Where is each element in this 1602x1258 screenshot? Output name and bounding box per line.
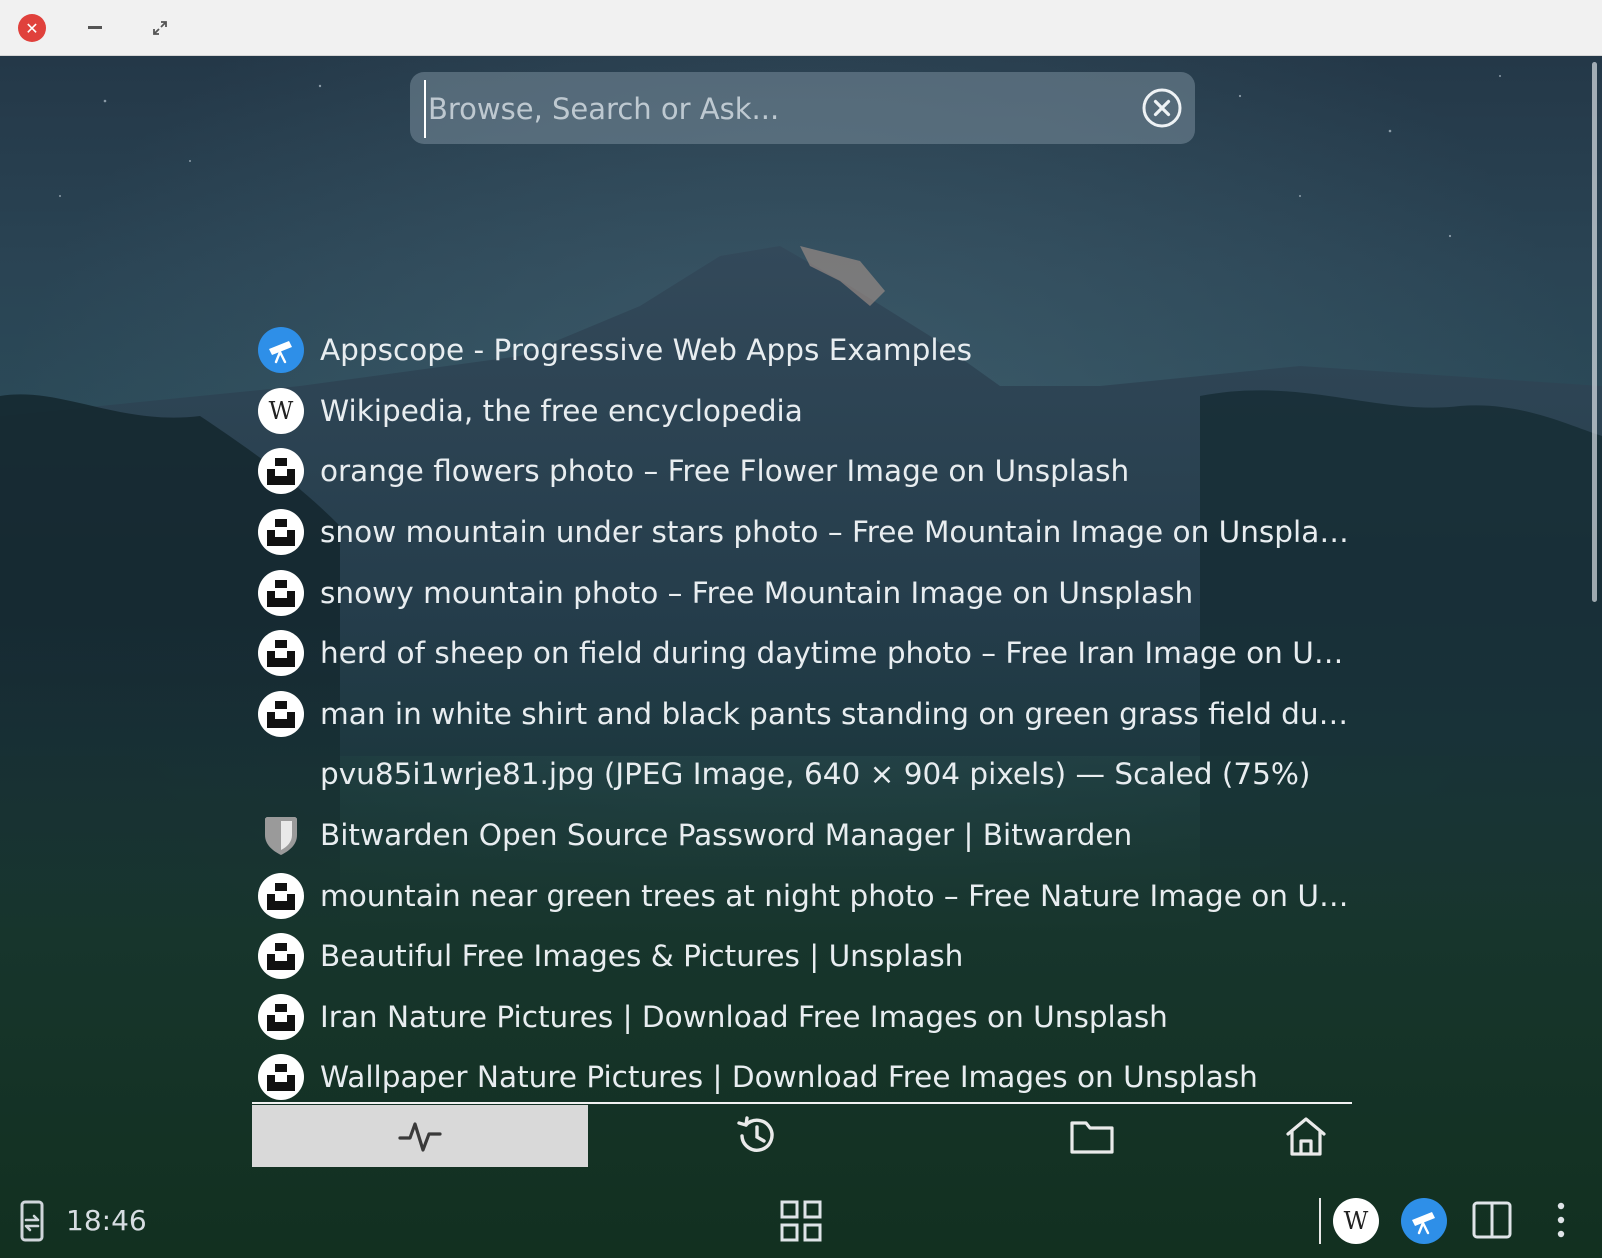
window-title bbox=[590, 0, 930, 4]
history-item[interactable]: snowy mountain photo – Free Mountain Ima… bbox=[258, 562, 1358, 623]
history-item[interactable]: Iran Nature Pictures | Download Free Ima… bbox=[258, 987, 1358, 1048]
tab-activity[interactable] bbox=[252, 1105, 588, 1167]
window-minimize-button[interactable] bbox=[88, 26, 102, 29]
tab-history[interactable] bbox=[588, 1105, 924, 1167]
history-item[interactable]: pvu85i1wrje81.jpg (JPEG Image, 640 × 904… bbox=[258, 744, 1358, 805]
clear-search-icon[interactable] bbox=[1141, 87, 1183, 129]
history-item-title: Appscope - Progressive Web Apps Examples bbox=[320, 333, 973, 368]
scrollbar-thumb[interactable] bbox=[1592, 62, 1597, 602]
history-list: Appscope - Progressive Web Apps Examples… bbox=[258, 320, 1358, 1108]
omnibox-input[interactable] bbox=[424, 80, 1120, 138]
appscope-icon bbox=[1412, 1212, 1435, 1235]
window-titlebar: ✕ bbox=[0, 0, 1602, 56]
unsplash-icon bbox=[258, 993, 304, 1040]
history-item[interactable]: Wallpaper Nature Pictures | Download Fre… bbox=[258, 1047, 1358, 1108]
unsplash-icon bbox=[258, 872, 304, 919]
unsplash-icon bbox=[258, 569, 304, 616]
pinned-appscope-button[interactable] bbox=[1401, 1198, 1447, 1244]
grid-icon[interactable] bbox=[780, 1200, 822, 1242]
history-icon bbox=[737, 1116, 774, 1152]
history-item[interactable]: man in white shirt and black pants stand… bbox=[258, 684, 1358, 745]
history-item-title: pvu85i1wrje81.jpg (JPEG Image, 640 × 904… bbox=[320, 757, 1311, 792]
unsplash-icon bbox=[258, 630, 304, 677]
wikipedia-icon: W bbox=[1343, 1207, 1369, 1235]
history-item-title: Iran Nature Pictures | Download Free Ima… bbox=[320, 999, 1168, 1034]
tab-bookmarks[interactable] bbox=[924, 1105, 1260, 1167]
sync-device-icon[interactable] bbox=[14, 1198, 50, 1246]
more-menu-icon[interactable] bbox=[1554, 1200, 1568, 1240]
statusbar-divider bbox=[1319, 1198, 1321, 1244]
pinned-wikipedia-button[interactable]: W bbox=[1333, 1198, 1379, 1244]
history-item[interactable]: Bitwarden Open Source Password Manager |… bbox=[258, 805, 1358, 866]
unsplash-icon bbox=[258, 1054, 304, 1101]
history-item-title: herd of sheep on field during daytime ph… bbox=[320, 636, 1350, 671]
wikipedia-icon: W bbox=[258, 387, 304, 434]
history-item-title: Beautiful Free Images & Pictures | Unspl… bbox=[320, 939, 964, 974]
history-item[interactable]: Beautiful Free Images & Pictures | Unspl… bbox=[258, 926, 1358, 987]
unsplash-icon bbox=[258, 448, 304, 495]
appscope-icon bbox=[258, 327, 304, 374]
history-item[interactable]: snow mountain under stars photo – Free M… bbox=[258, 502, 1358, 563]
folder-icon bbox=[1070, 1121, 1114, 1154]
status-bar: 18:46 W bbox=[0, 1190, 1602, 1258]
window-maximize-button[interactable] bbox=[150, 18, 170, 38]
history-item-title: Wikipedia, the free encyclopedia bbox=[320, 393, 803, 428]
unsplash-icon bbox=[258, 933, 304, 980]
home-icon bbox=[1286, 1117, 1326, 1156]
split-view-icon[interactable] bbox=[1472, 1200, 1512, 1240]
history-item-title: mountain near green trees at night photo… bbox=[320, 878, 1350, 913]
history-item-title: snow mountain under stars photo – Free M… bbox=[320, 515, 1350, 550]
clock: 18:46 bbox=[66, 1204, 147, 1237]
panel-tab-strip bbox=[252, 1102, 1352, 1168]
unsplash-icon bbox=[258, 509, 304, 556]
history-item[interactable]: orange flowers photo – Free Flower Image… bbox=[258, 441, 1358, 502]
bitwarden-shield-icon bbox=[258, 812, 304, 858]
history-item-title: Wallpaper Nature Pictures | Download Fre… bbox=[320, 1060, 1258, 1095]
history-item[interactable]: herd of sheep on field during daytime ph… bbox=[258, 623, 1358, 684]
favicon-placeholder bbox=[258, 751, 304, 797]
history-item-title: man in white shirt and black pants stand… bbox=[320, 696, 1350, 731]
window-close-button[interactable]: ✕ bbox=[18, 14, 46, 42]
history-item-title: Bitwarden Open Source Password Manager |… bbox=[320, 818, 1133, 853]
history-item[interactable]: W Wikipedia, the free encyclopedia bbox=[258, 381, 1358, 442]
close-icon: ✕ bbox=[25, 18, 39, 38]
history-item[interactable]: mountain near green trees at night photo… bbox=[258, 865, 1358, 926]
history-item-title: orange flowers photo – Free Flower Image… bbox=[320, 454, 1130, 489]
omnibox[interactable] bbox=[410, 72, 1195, 144]
unsplash-icon bbox=[258, 690, 304, 737]
history-item-title: snowy mountain photo – Free Mountain Ima… bbox=[320, 575, 1194, 610]
activity-icon bbox=[398, 1122, 442, 1152]
history-item[interactable]: Appscope - Progressive Web Apps Examples bbox=[258, 320, 1358, 381]
tab-home[interactable] bbox=[1260, 1105, 1352, 1167]
